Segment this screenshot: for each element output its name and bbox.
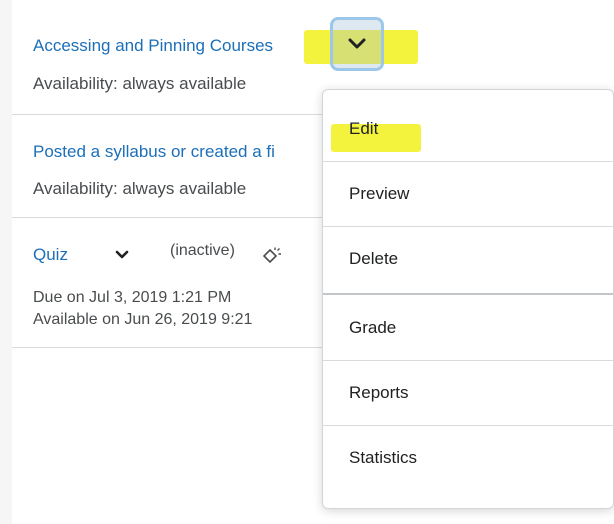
item-actions-menu: Edit Preview Delete Grade Reports Statis… bbox=[322, 89, 614, 509]
menu-item-reports[interactable]: Reports bbox=[323, 360, 613, 426]
menu-item-grade[interactable]: Grade bbox=[323, 295, 613, 361]
menu-item-label: Grade bbox=[349, 317, 397, 337]
menu-item-label: Edit bbox=[349, 118, 379, 138]
status-inactive-label: (inactive) bbox=[170, 242, 235, 259]
hidden-visibility-icon bbox=[262, 247, 281, 264]
menu-item-preview[interactable]: Preview bbox=[323, 161, 613, 227]
item-title-link[interactable]: Posted a syllabus or created a fi bbox=[33, 142, 275, 162]
item-title-link[interactable]: Accessing and Pinning Courses bbox=[33, 36, 273, 56]
availability-text: Availability: always available bbox=[33, 179, 247, 198]
menu-item-label: Statistics bbox=[349, 447, 418, 467]
availability-text: Availability: always available bbox=[33, 74, 247, 93]
due-date-text: Due on Jul 3, 2019 1:21 PM bbox=[33, 289, 232, 306]
chevron-down-icon[interactable] bbox=[115, 250, 129, 260]
menu-item-delete[interactable]: Delete bbox=[323, 226, 613, 291]
item-title-link[interactable]: Quiz bbox=[33, 245, 68, 265]
menu-item-label: Reports bbox=[349, 382, 409, 402]
menu-item-label: Delete bbox=[349, 248, 399, 268]
menu-item-label: Preview bbox=[349, 183, 410, 203]
item-actions-dropdown-button[interactable] bbox=[330, 17, 384, 71]
chevron-down-icon bbox=[348, 38, 366, 49]
available-date-text: Available on Jun 26, 2019 9:21 bbox=[33, 311, 253, 328]
menu-item-edit[interactable]: Edit bbox=[323, 96, 613, 162]
menu-item-statistics[interactable]: Statistics bbox=[323, 425, 613, 490]
